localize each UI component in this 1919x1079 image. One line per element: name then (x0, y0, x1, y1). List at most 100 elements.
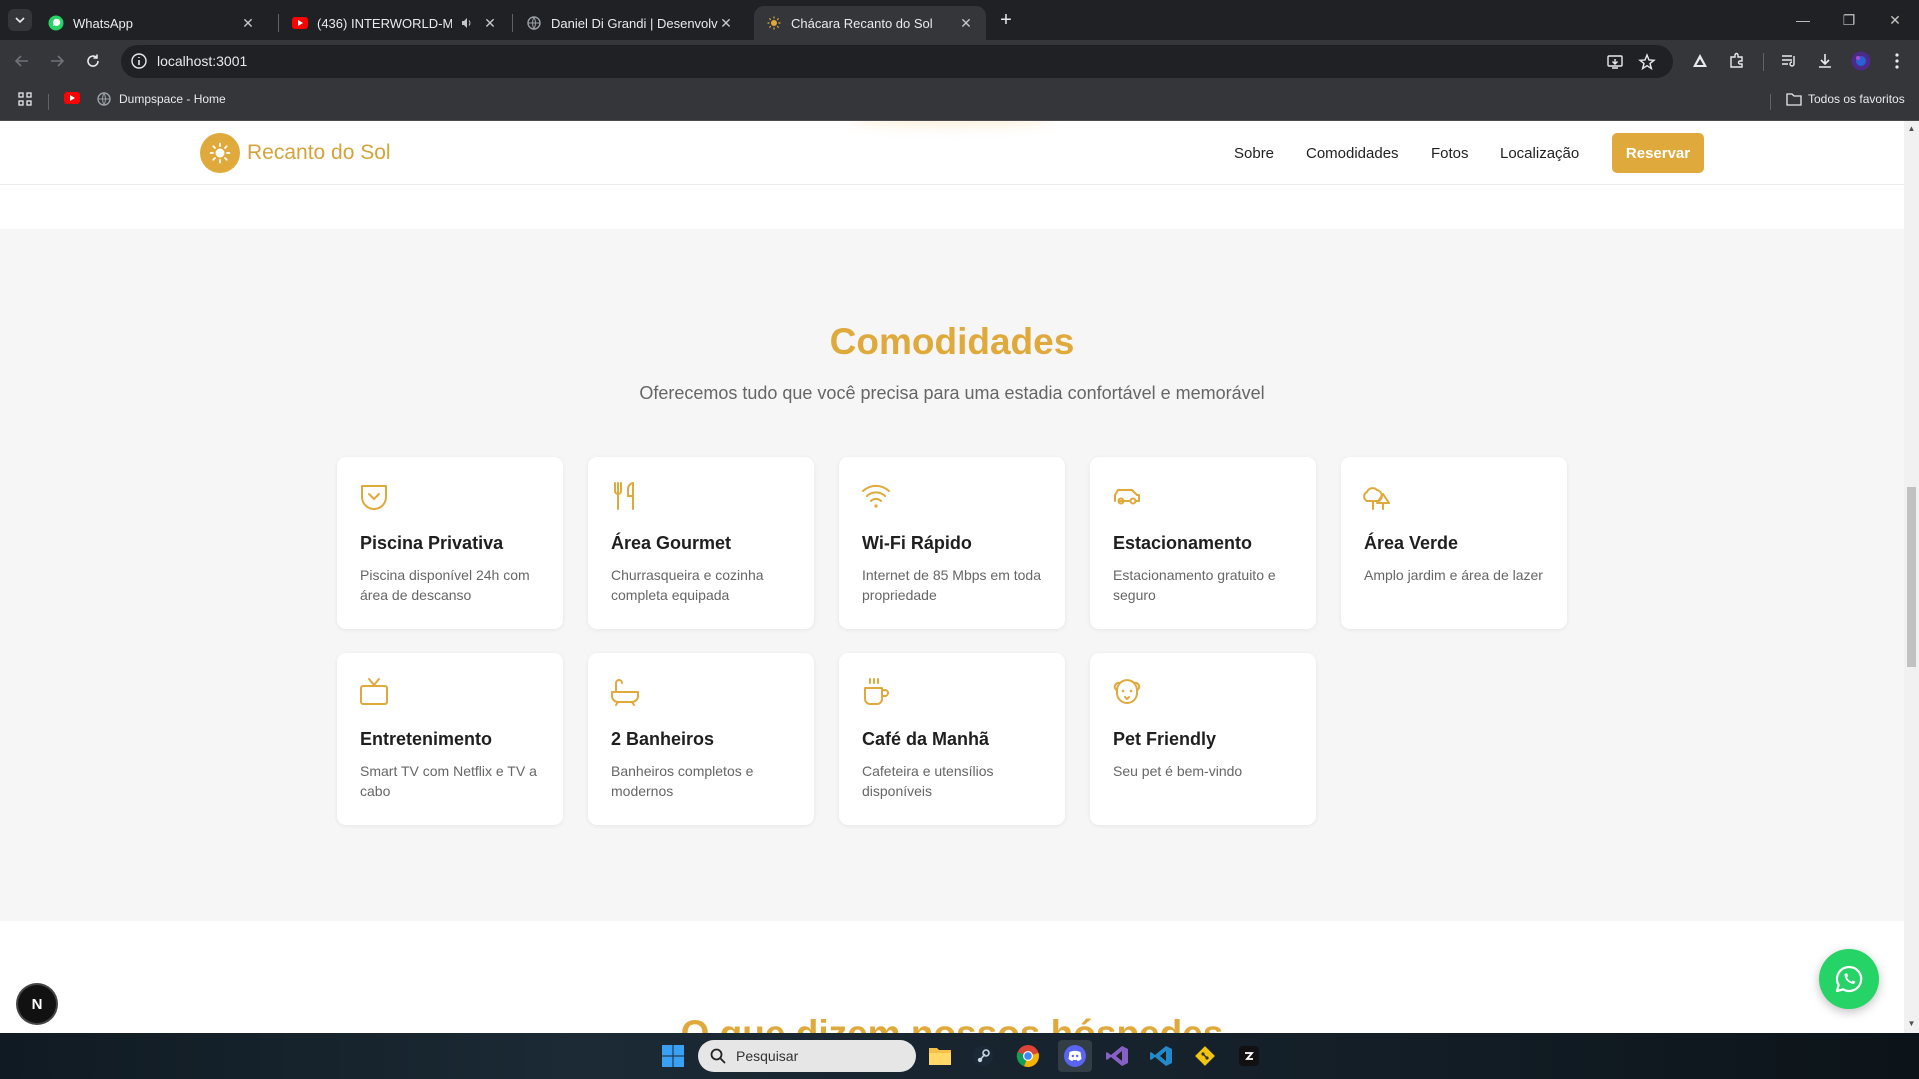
steam-icon[interactable] (970, 1043, 996, 1069)
chrome-icon[interactable] (1015, 1043, 1041, 1069)
amenities-title: Comodidades (829, 321, 1075, 362)
testimonials-title: O que dizem nossos hóspedes (0, 1013, 1904, 1033)
amenity-title: Entretenimento (360, 729, 493, 749)
hero-section-end (0, 185, 1904, 229)
scrollbar-thumb[interactable] (1907, 487, 1916, 667)
whatsapp-float-button[interactable] (1819, 949, 1879, 1009)
nav-link-sobre[interactable]: Sobre (1234, 145, 1274, 162)
amenity-title: Área Verde (1364, 533, 1459, 553)
logo-text[interactable]: Recanto do Sol (247, 141, 391, 165)
reload-button[interactable] (81, 49, 105, 73)
whatsapp-icon (48, 15, 64, 31)
logo-sun-icon[interactable] (200, 133, 240, 173)
amenity-card-pet-friendly: Pet Friendly Seu pet é bem-vindo (1090, 653, 1316, 825)
amenity-title: Café da Manhã (862, 729, 990, 749)
wifi-icon (862, 484, 890, 508)
amenity-description: Piscina disponível 24h com área de desca… (360, 567, 530, 603)
tab-recanto-do-sol[interactable]: Chácara Recanto do Sol ✕ (754, 6, 986, 40)
terminal-app-icon[interactable] (1236, 1043, 1262, 1069)
close-icon[interactable]: ✕ (958, 15, 974, 31)
sun-icon (766, 15, 782, 31)
menu-dots-icon[interactable] (1887, 51, 1907, 71)
nav-link-localizacao[interactable]: Localização (1500, 145, 1579, 162)
new-tab-button[interactable]: + (995, 9, 1017, 31)
taskbar-search-box[interactable]: Pesquisar (698, 1040, 916, 1072)
amenity-description: Amplo jardim e área de lazer (1364, 567, 1543, 583)
restore-button[interactable]: ❐ (1826, 0, 1872, 40)
amenity-card-wifi: Wi-Fi Rápido Internet de 85 Mbps em toda… (839, 457, 1065, 629)
puzzle-icon[interactable] (1727, 51, 1747, 71)
extension-icon[interactable] (1690, 51, 1710, 71)
windows-start-icon[interactable] (660, 1043, 686, 1069)
amenity-card-green-area: Área Verde Amplo jardim e área de lazer (1341, 457, 1567, 629)
close-icon[interactable]: ✕ (240, 15, 256, 31)
site-header: Recanto do Sol Sobre Comodidades Fotos L… (0, 121, 1904, 185)
address-bar[interactable]: localhost:3001 (121, 45, 1673, 78)
star-icon[interactable] (1638, 53, 1656, 71)
site-info-icon[interactable] (130, 52, 148, 70)
tab-whatsapp[interactable]: WhatsApp ✕ (36, 6, 268, 40)
tab-youtube[interactable]: (436) INTERWORLD-METAM ✕ (280, 6, 510, 40)
git-icon[interactable] (1192, 1043, 1218, 1069)
discord-icon[interactable] (1058, 1040, 1092, 1072)
file-explorer-icon[interactable] (927, 1043, 953, 1069)
amenity-card-entertainment: Entretenimento Smart TV com Netflix e TV… (337, 653, 563, 825)
close-icon[interactable]: ✕ (482, 15, 498, 31)
amenity-card-gourmet: Área Gourmet Churrasqueira e cozinha com… (588, 457, 814, 629)
close-window-button[interactable]: ✕ (1872, 0, 1918, 40)
amenities-subtitle: Oferecemos tudo que você precisa para um… (639, 383, 1265, 403)
page-scrollbar[interactable]: ▲ ▼ (1904, 121, 1919, 1033)
coffee-icon (864, 678, 889, 705)
amenity-card-parking: Estacionamento Estacionamento gratuito e… (1090, 457, 1316, 629)
bookmark-divider (1770, 94, 1771, 110)
download-icon[interactable] (1815, 51, 1835, 71)
apps-grid-icon[interactable] (18, 92, 32, 106)
amenity-title: Piscina Privativa (360, 533, 504, 553)
tab-search-button[interactable] (8, 9, 32, 31)
tab-divider (512, 14, 513, 32)
media-icon[interactable] (1779, 51, 1799, 71)
speaker-icon[interactable] (460, 16, 474, 30)
amenity-card-bathrooms: 2 Banheiros Banheiros completos e modern… (588, 653, 814, 825)
bookmark-label: Dumpspace - Home (119, 92, 226, 106)
bookmarks-folder-label: Todos os favoritos (1808, 92, 1905, 106)
back-button[interactable] (10, 49, 34, 73)
bookmark-dumpspace[interactable]: Dumpspace - Home (97, 92, 226, 106)
scroll-up-arrow[interactable]: ▲ (1907, 124, 1916, 133)
bookmarks-folder[interactable]: Todos os favoritos (1786, 92, 1905, 106)
visual-studio-icon[interactable] (1104, 1043, 1130, 1069)
youtube-icon (292, 15, 308, 31)
profile-avatar-icon[interactable] (1851, 51, 1871, 71)
youtube-icon (64, 92, 80, 104)
forward-button[interactable] (45, 49, 69, 73)
amenity-description: Seu pet é bem-vindo (1113, 763, 1243, 779)
bookmark-divider (48, 94, 49, 110)
globe-icon (97, 92, 111, 106)
amenity-description: Internet de 85 Mbps em toda propriedade (862, 567, 1041, 603)
url-text[interactable]: localhost:3001 (157, 53, 247, 69)
tab-title: Chácara Recanto do Sol (791, 15, 933, 31)
whatsapp-icon (1835, 965, 1863, 993)
scroll-down-arrow[interactable]: ▼ (1907, 1019, 1916, 1028)
tab-portfolio[interactable]: Daniel Di Grandi | Desenvolvedo ✕ (514, 6, 746, 40)
nextjs-dev-badge[interactable]: N (18, 985, 56, 1023)
nav-link-comodidades[interactable]: Comodidades (1306, 145, 1399, 162)
arrow-left-icon (14, 55, 28, 67)
bookmark-youtube[interactable] (64, 92, 80, 104)
nav-link-fotos[interactable]: Fotos (1431, 145, 1469, 162)
amenity-description: Smart TV com Netflix e TV a cabo (360, 763, 537, 799)
minimize-button[interactable]: — (1780, 0, 1826, 40)
reserve-button[interactable]: Reservar (1612, 133, 1704, 173)
folder-icon (1786, 93, 1802, 106)
amenity-card-breakfast: Café da Manhã Cafeteira e utensílios dis… (839, 653, 1065, 825)
amenity-description: Cafeteira e utensílios disponíveis (862, 763, 994, 799)
toolbar-divider (1763, 53, 1764, 71)
install-app-icon[interactable] (1606, 53, 1624, 71)
close-icon[interactable]: ✕ (718, 15, 734, 31)
arrow-right-icon (51, 55, 65, 67)
reload-icon (87, 54, 99, 67)
amenity-title: 2 Banheiros (611, 729, 715, 749)
amenity-description: Banheiros completos e modernos (611, 763, 754, 799)
vscode-icon[interactable] (1148, 1043, 1174, 1069)
tab-divider (278, 14, 279, 32)
